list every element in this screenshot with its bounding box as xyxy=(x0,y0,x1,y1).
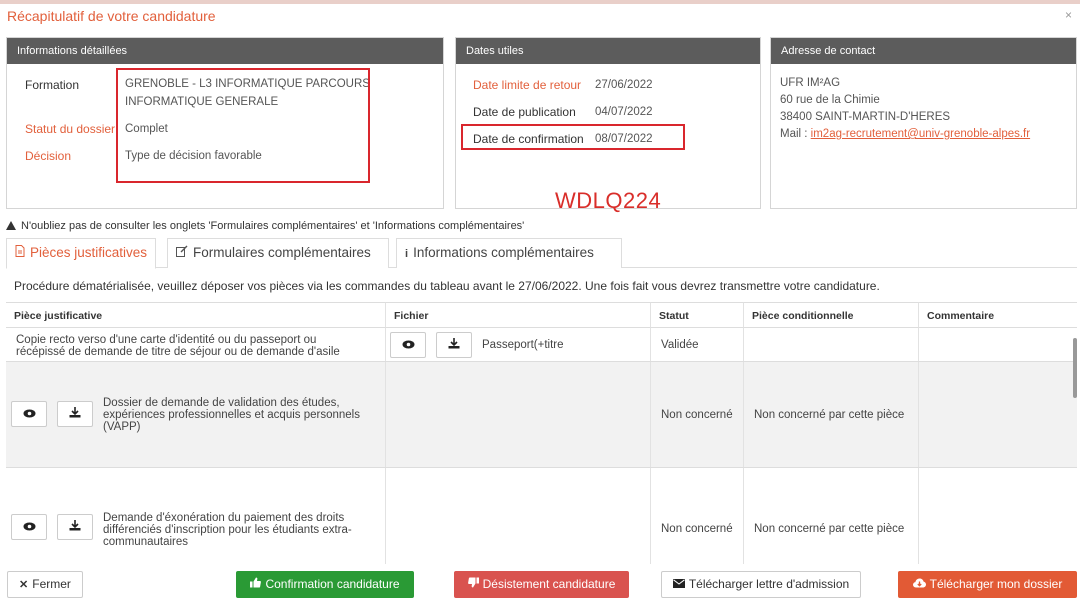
status-text: Validée xyxy=(661,339,699,351)
deadline-label: Date limite de retour xyxy=(473,78,582,92)
contact-mail-link[interactable]: im2ag-recrutement@univ-grenoble-alpes.fr xyxy=(811,128,1030,140)
column-header-commentaire: Commentaire xyxy=(919,302,1077,328)
tab-informations-complementaires[interactable]: i Informations complémentaires xyxy=(396,238,622,268)
reference-stamp: WDLQ224 xyxy=(555,188,662,213)
piece-label: Demande d'éxonération du paiement des dr… xyxy=(103,512,345,524)
conditional-text: Non concerné par cette pièce xyxy=(754,523,905,535)
status-text: Non concerné xyxy=(661,523,733,535)
download-admission-letter-button[interactable]: Télécharger lettre d'admission xyxy=(661,571,861,598)
download-button[interactable] xyxy=(57,514,93,540)
status-label: Statut du dossier xyxy=(25,122,116,136)
edit-icon xyxy=(176,240,188,268)
contact-line1: UFR IM²AG xyxy=(780,77,841,89)
envelope-icon xyxy=(672,573,685,598)
status-text: Non concerné xyxy=(661,409,733,421)
close-button[interactable]: ✕ Fermer xyxy=(7,571,83,598)
table-scrollbar[interactable] xyxy=(1073,338,1077,398)
download-icon xyxy=(69,407,81,421)
column-header-piece: Pièce justificative xyxy=(6,302,386,328)
file-icon xyxy=(15,240,25,268)
table-row: Dossier de demande de validation des étu… xyxy=(6,362,1077,468)
top-accent-bar xyxy=(0,0,1080,4)
documents-table: Pièce justificative Fichier Statut Pièce… xyxy=(6,302,1077,564)
piece-label: communautaires xyxy=(103,536,189,548)
tab-formulaires-complementaires[interactable]: Formulaires complémentaires xyxy=(167,238,389,268)
publication-value: 04/07/2022 xyxy=(595,106,653,118)
dates-panel-header: Dates utiles xyxy=(456,38,760,64)
column-header-fichier: Fichier xyxy=(386,302,651,328)
highlight-box-confirmation xyxy=(461,124,685,150)
warning-icon xyxy=(6,221,16,230)
piece-label: (VAPP) xyxy=(103,421,141,433)
dates-panel: Dates utiles Date limite de retour 27/06… xyxy=(455,37,761,209)
column-header-statut: Statut xyxy=(651,302,744,328)
close-icon: ✕ xyxy=(19,579,29,591)
download-button[interactable] xyxy=(57,401,93,427)
close-icon[interactable]: × xyxy=(1065,8,1072,22)
piece-label: Copie recto verso d'une carte d'identité… xyxy=(16,334,317,346)
eye-icon xyxy=(402,338,415,352)
formation-label: Formation xyxy=(25,78,80,92)
details-panel-header: Informations détaillées xyxy=(7,38,443,64)
piece-label: différenciés d'inscription pour les étud… xyxy=(103,524,352,536)
withdraw-application-button[interactable]: Désistement candidature xyxy=(454,571,629,598)
procedure-text: Procédure dématérialisée, veuillez dépos… xyxy=(14,279,880,293)
confirm-application-button[interactable]: Confirmation candidature xyxy=(236,571,414,598)
contact-panel: Adresse de contact UFR IM²AG 60 rue de l… xyxy=(770,37,1077,209)
modal-title: Récapitulatif de votre candidature xyxy=(7,8,216,24)
download-dossier-button[interactable]: Télécharger mon dossier xyxy=(898,571,1077,598)
view-button[interactable] xyxy=(11,401,47,427)
contact-mail: Mail : im2ag-recrutement@univ-grenoble-a… xyxy=(780,126,1030,143)
contact-panel-header: Adresse de contact xyxy=(771,38,1076,64)
table-row: Copie recto verso d'une carte d'identité… xyxy=(6,328,1077,362)
view-button[interactable] xyxy=(390,332,426,358)
download-button[interactable] xyxy=(436,332,472,358)
piece-label: récépissé de demande de titre de séjour … xyxy=(16,346,340,358)
warning-message: N'oubliez pas de consulter les onglets '… xyxy=(6,220,524,232)
decision-label: Décision xyxy=(25,149,72,163)
table-row: Demande d'éxonération du paiement des dr… xyxy=(6,468,1077,564)
file-name[interactable]: Passeport(+titre xyxy=(482,339,564,351)
view-button[interactable] xyxy=(11,514,47,540)
deadline-value: 27/06/2022 xyxy=(595,79,653,91)
tab-bar: Pièces justificatives Formulaires complé… xyxy=(6,238,1077,269)
download-icon xyxy=(69,520,81,534)
eye-icon xyxy=(23,520,36,534)
thumbs-down-icon xyxy=(467,573,479,598)
publication-label: Date de publication xyxy=(473,105,576,119)
contact-line3: 38400 SAINT-MARTIN-D'HERES xyxy=(780,111,951,123)
highlight-box-details xyxy=(116,68,370,183)
eye-icon xyxy=(23,407,36,421)
download-icon xyxy=(448,338,460,352)
piece-label: Dossier de demande de validation des étu… xyxy=(103,397,340,409)
conditional-text: Non concerné par cette pièce xyxy=(754,409,905,421)
tab-pieces-justificatives[interactable]: Pièces justificatives xyxy=(6,238,156,269)
contact-line2: 60 rue de la Chimie xyxy=(780,94,880,106)
warning-text: N'oubliez pas de consulter les onglets '… xyxy=(21,220,525,232)
column-header-conditionnelle: Pièce conditionnelle xyxy=(744,302,919,328)
thumbs-up-icon xyxy=(250,573,262,598)
piece-label: expériences professionnelles et acquis p… xyxy=(103,409,360,421)
cloud-download-icon xyxy=(912,573,926,598)
info-icon: i xyxy=(405,248,409,260)
contact-mail-label: Mail : xyxy=(780,128,811,140)
